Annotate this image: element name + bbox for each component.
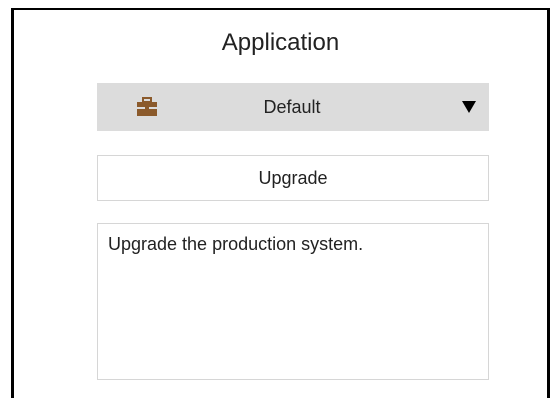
- panel-title: Application: [221, 29, 340, 56]
- panel-border-right: [547, 8, 550, 398]
- application-panel: Application Default Upgrade Upgrade the …: [0, 0, 558, 398]
- upgrade-button[interactable]: Upgrade: [97, 155, 489, 201]
- briefcase-icon: [137, 97, 157, 116]
- profile-dropdown-value: Default: [263, 97, 321, 117]
- dropdown-arrow-icon: [462, 101, 476, 113]
- panel-border-top: [11, 8, 550, 10]
- description-textarea[interactable]: Upgrade the production system.: [97, 223, 489, 380]
- profile-dropdown[interactable]: Default: [97, 83, 489, 131]
- panel-border-left: [11, 8, 14, 398]
